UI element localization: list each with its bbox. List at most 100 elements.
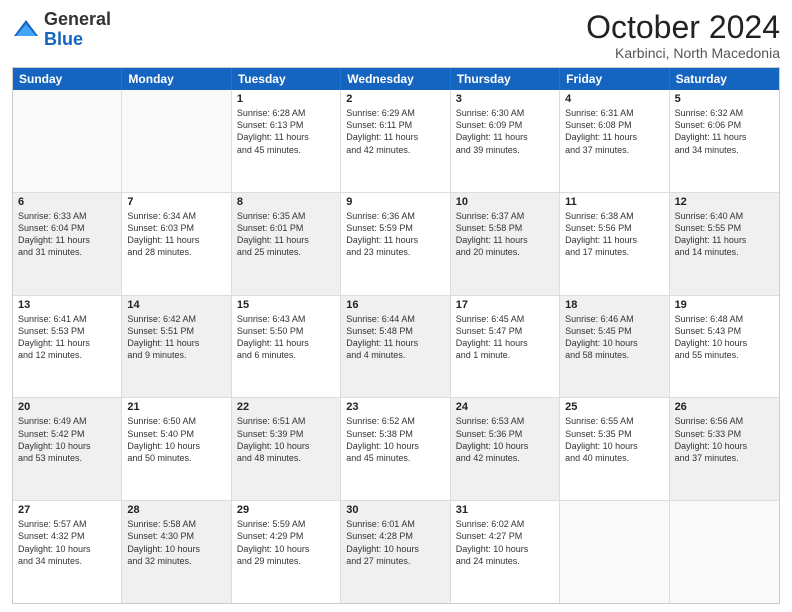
cell-info-line: Daylight: 10 hours <box>456 440 554 452</box>
day-cell-20: 20Sunrise: 6:49 AMSunset: 5:42 PMDayligh… <box>13 398 122 500</box>
cell-info-line: Sunset: 5:56 PM <box>565 222 663 234</box>
day-cell-26: 26Sunrise: 6:56 AMSunset: 5:33 PMDayligh… <box>670 398 779 500</box>
cell-info-line: and 34 minutes. <box>675 144 774 156</box>
cell-info-line: Sunrise: 5:59 AM <box>237 518 335 530</box>
cell-info-line: and 27 minutes. <box>346 555 444 567</box>
cell-info-line: Sunset: 5:40 PM <box>127 428 225 440</box>
cell-info-line: Daylight: 11 hours <box>675 234 774 246</box>
cell-info-line: Daylight: 11 hours <box>127 234 225 246</box>
cell-info-line: Daylight: 11 hours <box>346 131 444 143</box>
cell-info-line: Sunset: 5:33 PM <box>675 428 774 440</box>
cell-info-line: and 37 minutes. <box>565 144 663 156</box>
cell-info-line: Sunrise: 6:35 AM <box>237 210 335 222</box>
cell-info-line: and 32 minutes. <box>127 555 225 567</box>
cell-info-line: Sunrise: 6:50 AM <box>127 415 225 427</box>
day-cell-30: 30Sunrise: 6:01 AMSunset: 4:28 PMDayligh… <box>341 501 450 603</box>
cell-info-line: Sunset: 5:59 PM <box>346 222 444 234</box>
cell-info-line: and 42 minutes. <box>346 144 444 156</box>
day-cell-3: 3Sunrise: 6:30 AMSunset: 6:09 PMDaylight… <box>451 90 560 192</box>
day-number: 22 <box>237 401 335 413</box>
day-cell-24: 24Sunrise: 6:53 AMSunset: 5:36 PMDayligh… <box>451 398 560 500</box>
cell-info-line: Daylight: 10 hours <box>346 440 444 452</box>
cell-info-line: Sunset: 4:29 PM <box>237 530 335 542</box>
day-cell-16: 16Sunrise: 6:44 AMSunset: 5:48 PMDayligh… <box>341 296 450 398</box>
cell-info-line: Daylight: 10 hours <box>346 543 444 555</box>
cell-info-line: Daylight: 10 hours <box>18 543 116 555</box>
day-number: 7 <box>127 196 225 208</box>
day-cell-14: 14Sunrise: 6:42 AMSunset: 5:51 PMDayligh… <box>122 296 231 398</box>
calendar-row-4: 27Sunrise: 5:57 AMSunset: 4:32 PMDayligh… <box>13 500 779 603</box>
cell-info-line: Sunrise: 6:01 AM <box>346 518 444 530</box>
cell-info-line: and 34 minutes. <box>18 555 116 567</box>
day-number: 19 <box>675 299 774 311</box>
day-number: 5 <box>675 93 774 105</box>
calendar-row-0: 1Sunrise: 6:28 AMSunset: 6:13 PMDaylight… <box>13 90 779 192</box>
cell-info-line: Daylight: 10 hours <box>565 440 663 452</box>
day-cell-6: 6Sunrise: 6:33 AMSunset: 6:04 PMDaylight… <box>13 193 122 295</box>
day-number: 9 <box>346 196 444 208</box>
day-cell-2: 2Sunrise: 6:29 AMSunset: 6:11 PMDaylight… <box>341 90 450 192</box>
day-cell-25: 25Sunrise: 6:55 AMSunset: 5:35 PMDayligh… <box>560 398 669 500</box>
cell-info-line: Daylight: 10 hours <box>565 337 663 349</box>
cell-info-line: Sunrise: 6:55 AM <box>565 415 663 427</box>
day-cell-5: 5Sunrise: 6:32 AMSunset: 6:06 PMDaylight… <box>670 90 779 192</box>
day-header-sunday: Sunday <box>13 68 122 90</box>
cell-info-line: Sunrise: 6:40 AM <box>675 210 774 222</box>
day-header-thursday: Thursday <box>451 68 560 90</box>
cell-info-line: Sunrise: 6:28 AM <box>237 107 335 119</box>
day-number: 3 <box>456 93 554 105</box>
day-number: 14 <box>127 299 225 311</box>
day-cell-22: 22Sunrise: 6:51 AMSunset: 5:39 PMDayligh… <box>232 398 341 500</box>
calendar: SundayMondayTuesdayWednesdayThursdayFrid… <box>12 67 780 604</box>
cell-info-line: Sunset: 5:58 PM <box>456 222 554 234</box>
day-cell-29: 29Sunrise: 5:59 AMSunset: 4:29 PMDayligh… <box>232 501 341 603</box>
cell-info-line: and 29 minutes. <box>237 555 335 567</box>
cell-info-line: Sunrise: 6:53 AM <box>456 415 554 427</box>
cell-info-line: Sunrise: 6:56 AM <box>675 415 774 427</box>
cell-info-line: and 42 minutes. <box>456 452 554 464</box>
cell-info-line: Sunset: 5:50 PM <box>237 325 335 337</box>
cell-info-line: Sunset: 6:04 PM <box>18 222 116 234</box>
title-area: October 2024 Karbinci, North Macedonia <box>586 10 780 61</box>
cell-info-line: Sunset: 5:39 PM <box>237 428 335 440</box>
cell-info-line: Daylight: 10 hours <box>456 543 554 555</box>
day-cell-8: 8Sunrise: 6:35 AMSunset: 6:01 PMDaylight… <box>232 193 341 295</box>
cell-info-line: Sunset: 5:48 PM <box>346 325 444 337</box>
cell-info-line: and 39 minutes. <box>456 144 554 156</box>
day-number: 27 <box>18 504 116 516</box>
day-number: 26 <box>675 401 774 413</box>
logo-text: General Blue <box>44 10 111 50</box>
day-cell-27: 27Sunrise: 5:57 AMSunset: 4:32 PMDayligh… <box>13 501 122 603</box>
cell-info-line: Sunrise: 6:33 AM <box>18 210 116 222</box>
cell-info-line: Daylight: 11 hours <box>18 234 116 246</box>
cell-info-line: Sunrise: 6:34 AM <box>127 210 225 222</box>
day-number: 24 <box>456 401 554 413</box>
cell-info-line: Sunset: 5:38 PM <box>346 428 444 440</box>
cell-info-line: and 9 minutes. <box>127 349 225 361</box>
cell-info-line: and 25 minutes. <box>237 246 335 258</box>
cell-info-line: Daylight: 11 hours <box>237 337 335 349</box>
cell-info-line: and 37 minutes. <box>675 452 774 464</box>
day-number: 10 <box>456 196 554 208</box>
cell-info-line: Sunrise: 6:30 AM <box>456 107 554 119</box>
cell-info-line: Sunset: 6:08 PM <box>565 119 663 131</box>
day-number: 11 <box>565 196 663 208</box>
day-number: 28 <box>127 504 225 516</box>
day-number: 30 <box>346 504 444 516</box>
cell-info-line: and 1 minute. <box>456 349 554 361</box>
cell-info-line: and 48 minutes. <box>237 452 335 464</box>
day-cell-12: 12Sunrise: 6:40 AMSunset: 5:55 PMDayligh… <box>670 193 779 295</box>
day-number: 16 <box>346 299 444 311</box>
day-header-wednesday: Wednesday <box>341 68 450 90</box>
cell-info-line: and 12 minutes. <box>18 349 116 361</box>
cell-info-line: Sunset: 5:43 PM <box>675 325 774 337</box>
cell-info-line: and 17 minutes. <box>565 246 663 258</box>
cell-info-line: Sunrise: 5:57 AM <box>18 518 116 530</box>
cell-info-line: Daylight: 10 hours <box>237 440 335 452</box>
logo-icon <box>12 16 40 44</box>
day-number: 12 <box>675 196 774 208</box>
cell-info-line: Sunrise: 6:48 AM <box>675 313 774 325</box>
day-cell-18: 18Sunrise: 6:46 AMSunset: 5:45 PMDayligh… <box>560 296 669 398</box>
day-number: 18 <box>565 299 663 311</box>
cell-info-line: and 50 minutes. <box>127 452 225 464</box>
